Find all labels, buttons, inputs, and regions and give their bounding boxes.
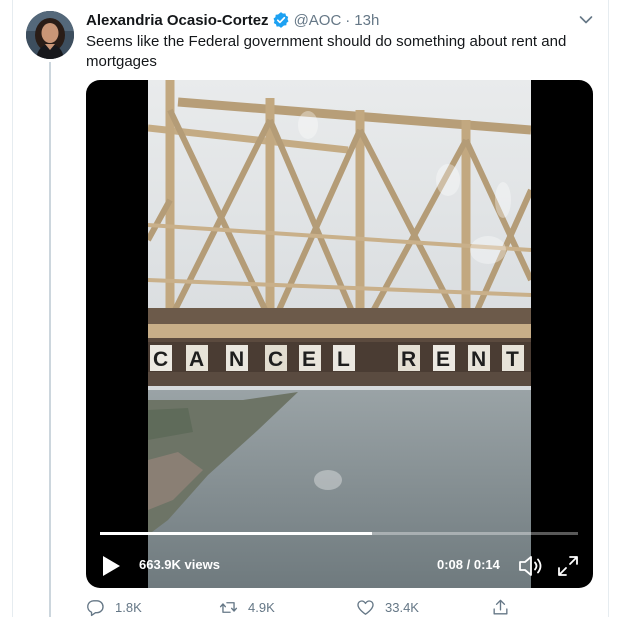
video-progress-bar[interactable] — [100, 532, 578, 535]
banner-letter: R — [401, 348, 416, 371]
meta-separator: · — [345, 11, 351, 29]
video-timecode: 0:08 / 0:14 — [437, 557, 500, 572]
verified-badge-icon — [273, 12, 289, 28]
like-count: 33.4K — [385, 599, 419, 615]
banner-letter: E — [436, 348, 450, 371]
reply-count: 1.8K — [115, 599, 142, 615]
author-handle[interactable]: @AOC — [294, 12, 342, 29]
video-player[interactable]: C A N C E L R E N T 663.9K views 0:08 / … — [86, 80, 593, 588]
retweet-button[interactable]: 4.9K — [219, 597, 275, 617]
like-button[interactable]: 33.4K — [356, 597, 419, 617]
avatar-image — [26, 11, 74, 59]
timestamp[interactable]: 13h — [354, 12, 379, 29]
retweet-icon — [219, 601, 238, 613]
tweet-text: Seems like the Federal government should… — [86, 33, 567, 70]
video-frame: C A N C E L R E N T — [148, 80, 531, 588]
share-icon — [493, 599, 508, 615]
retweet-count: 4.9K — [248, 599, 275, 615]
like-icon — [357, 599, 374, 615]
tweet-header: Alexandria Ocasio-Cortez @AOC · 13h — [86, 10, 379, 30]
timeline-border-left — [12, 0, 13, 617]
play-icon[interactable] — [100, 554, 122, 578]
video-progress-fill — [100, 532, 373, 535]
banner-letter: A — [189, 348, 204, 371]
chevron-down-icon[interactable] — [576, 10, 596, 30]
banner-letter: T — [506, 348, 519, 371]
timeline-border-right — [608, 0, 609, 617]
reply-icon — [87, 599, 104, 616]
banner-letter: L — [337, 348, 350, 371]
banner-letter: N — [229, 348, 244, 371]
banner-letter: N — [471, 348, 486, 371]
banner-letter: C — [153, 348, 168, 371]
view-count: 663.9K views — [139, 557, 220, 572]
thread-connector-line — [49, 62, 51, 617]
author-name[interactable]: Alexandria Ocasio-Cortez — [86, 12, 269, 29]
avatar[interactable] — [26, 11, 74, 59]
share-button[interactable] — [491, 597, 520, 617]
banner-letter: E — [302, 348, 316, 371]
volume-icon[interactable] — [518, 554, 544, 578]
banner-letter: C — [268, 348, 283, 371]
fullscreen-icon[interactable] — [556, 554, 580, 578]
reply-button[interactable]: 1.8K — [86, 597, 142, 617]
tweet-action-bar: 1.8K 4.9K 33.4K — [86, 597, 526, 617]
